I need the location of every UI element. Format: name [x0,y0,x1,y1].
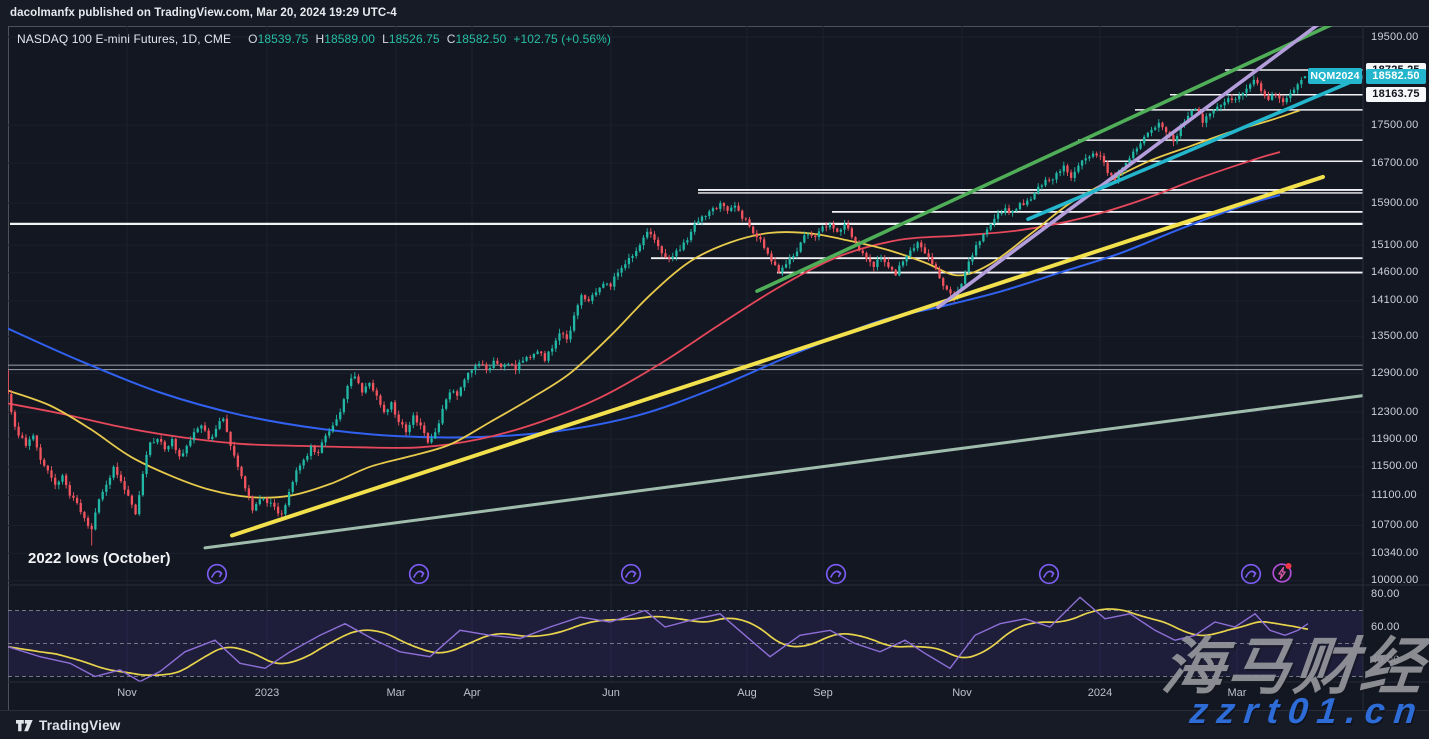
close-label: C [447,32,456,46]
contract-rollover-icon[interactable] [1038,563,1060,585]
change-value: +102.75 (+0.56%) [513,32,611,46]
contract-rollover-icon[interactable] [206,563,228,585]
contract-rollover-icon[interactable] [1240,563,1262,585]
open-label: O [248,32,257,46]
watermark-url: zzrt01.cn [1188,690,1427,732]
price-label-18163.75: 18163.75 [1366,87,1426,102]
low-label: L [382,32,389,46]
open-value: 18539.75 [258,32,309,46]
tradingview-attribution[interactable]: TradingView [16,718,120,733]
symbol-description: NASDAQ 100 E-mini Futures, 1D, CME [17,32,231,46]
close-value: 18582.50 [456,32,507,46]
high-value: 18589.00 [324,32,375,46]
contract-rollover-icon[interactable] [825,563,847,585]
contract-rollover-icon[interactable] [408,563,430,585]
high-label: H [315,32,324,46]
tradingview-logo-icon [16,719,33,733]
contract-rollover-icon[interactable] [620,563,642,585]
tradingview-brand-text: TradingView [39,718,120,733]
symbol-title-row[interactable]: NASDAQ 100 E-mini Futures, 1D, CME O18539… [17,32,611,46]
chart-annotation-2022-lows: 2022 lows (October) [28,550,171,567]
low-value: 18526.75 [389,32,440,46]
publish-info: dacolmanfx published on TradingView.com,… [10,0,397,26]
published-chart-page: dacolmanfx published on TradingView.com,… [0,0,1429,739]
alert-lightning-icon[interactable] [1271,562,1293,584]
price-label-18582.50: 18582.50 [1366,69,1426,84]
